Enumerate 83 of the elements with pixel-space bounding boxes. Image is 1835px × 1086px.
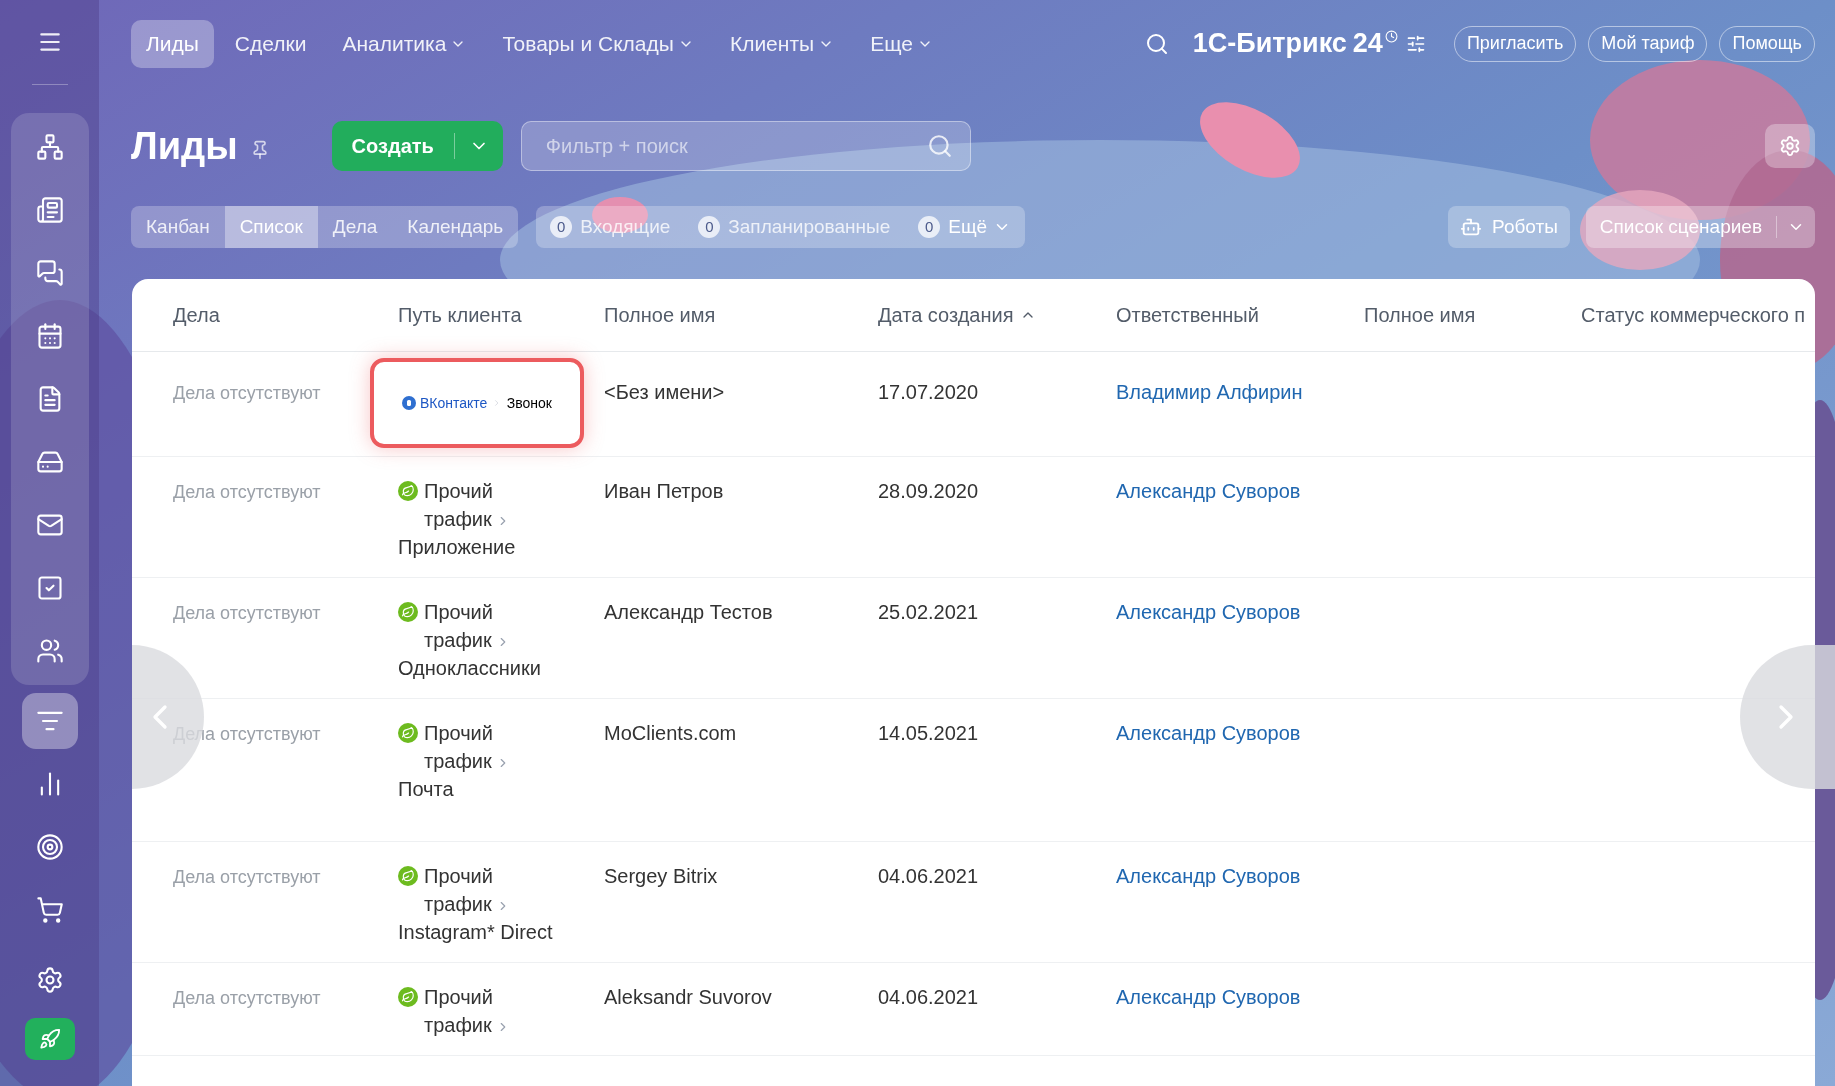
- path-source: Прочий трафик: [424, 600, 494, 653]
- vk-icon: [402, 396, 416, 410]
- users-icon: [35, 637, 64, 665]
- path-step: Instagram* Direct: [398, 918, 558, 946]
- responsible-link[interactable]: Александр Суворов: [1116, 722, 1301, 744]
- view-tab[interactable]: Дела: [317, 206, 393, 248]
- view-tab[interactable]: Канбан: [131, 206, 225, 248]
- path-step: Почта: [398, 775, 558, 803]
- responsible-link[interactable]: Александр Суворов: [1116, 865, 1301, 887]
- responsible-link[interactable]: Владимир Алфирин: [1116, 381, 1303, 403]
- path-source: Прочий трафик: [424, 721, 494, 774]
- table-cell: Иван Петров: [604, 480, 724, 502]
- table-cell: 14.05.2021: [878, 722, 979, 744]
- table-cell: Дела отсутствуют: [173, 603, 321, 623]
- sliders-icon[interactable]: [1405, 33, 1426, 54]
- table-cell: 04.06.2021: [878, 986, 979, 1008]
- table-cell: Дела отсутствуют: [173, 988, 321, 1008]
- rocket-icon: [38, 1028, 61, 1050]
- nav-tab[interactable]: Аналитика: [327, 19, 482, 68]
- leaf-icon: [398, 987, 418, 1007]
- network-icon: [35, 133, 64, 161]
- leaf-icon: [398, 866, 418, 886]
- rocket-button[interactable]: [24, 1018, 75, 1060]
- table-cell: 17.07.2020: [878, 381, 979, 403]
- column-header[interactable]: Дела: [173, 300, 220, 330]
- responsible-link[interactable]: Александр Суворов: [1116, 986, 1301, 1008]
- path-source: Прочий трафик: [424, 985, 494, 1038]
- create-button[interactable]: Создать: [331, 121, 503, 171]
- table-cell: Aleksandr Suvorov: [604, 986, 772, 1008]
- search-icon: [926, 133, 953, 159]
- page-title: Лиды: [131, 123, 238, 169]
- target-icon: [35, 833, 64, 861]
- leaf-icon: [398, 723, 418, 743]
- newspaper-icon: [35, 196, 64, 224]
- chat-icon: [35, 259, 64, 287]
- table-cell: Дела отсутствуют: [173, 383, 321, 403]
- nav-tab[interactable]: Товары и Склады: [487, 19, 709, 68]
- nav-tab[interactable]: Еще: [855, 19, 948, 68]
- path-source[interactable]: ВКонтакте: [420, 392, 488, 414]
- table-cell: Александр Тестов: [604, 601, 773, 623]
- leaf-icon: [398, 602, 418, 622]
- path-step: Приложение: [398, 533, 558, 561]
- nav-tab[interactable]: Клиенты: [714, 19, 850, 68]
- table-cell: 04.06.2021: [878, 865, 979, 887]
- table-cell: <Без имени>: [604, 381, 725, 403]
- settings-button[interactable]: [1765, 124, 1815, 168]
- path-step: Звонок: [506, 392, 552, 414]
- responsible-link[interactable]: Александр Суворов: [1116, 601, 1301, 623]
- table-cell: MoClients.com: [604, 722, 737, 744]
- sidebar-item[interactable]: [21, 693, 78, 749]
- search-icon[interactable]: [1144, 31, 1169, 56]
- nav-tab[interactable]: Лиды: [131, 19, 214, 68]
- column-header[interactable]: Полное имя: [1364, 300, 1476, 330]
- table-cell: Дела отсутствуют: [173, 867, 321, 887]
- leaf-icon: [398, 481, 418, 501]
- path-source: Прочий трафик: [424, 864, 494, 917]
- checkbox-icon: [35, 574, 64, 602]
- logo-number: 24: [1352, 27, 1383, 61]
- column-header[interactable]: Полное имя: [604, 300, 716, 330]
- column-header[interactable]: Статус коммерческого п: [1581, 300, 1806, 330]
- responsible-link[interactable]: Александр Суворов: [1116, 480, 1301, 502]
- column-header[interactable]: Ответственный: [1116, 300, 1259, 330]
- scenarios-button[interactable]: Список сценариев: [1585, 206, 1815, 248]
- cart-icon: [35, 896, 64, 924]
- column-header[interactable]: Путь клиента: [398, 300, 522, 330]
- path-source: Прочий трафик: [424, 479, 494, 532]
- clock-icon: [1384, 30, 1398, 43]
- settings-icon: [35, 966, 64, 994]
- robots-button[interactable]: Роботы: [1448, 206, 1570, 248]
- counter-filter[interactable]: Ещё: [948, 212, 1012, 242]
- nav-tab[interactable]: Сделки: [219, 19, 322, 68]
- robot-icon: [1460, 216, 1483, 238]
- path-step: Одноклассники: [398, 654, 558, 682]
- table-cell: Sergey Bitrix: [604, 865, 718, 887]
- table-cell: 28.09.2020: [878, 480, 979, 502]
- search-field[interactable]: Фильтр + поиск: [520, 121, 971, 171]
- settings-icon: [1779, 135, 1801, 157]
- view-tab[interactable]: Календарь: [392, 206, 519, 248]
- table-cell: Дела отсутствуют: [173, 482, 321, 502]
- column-header[interactable]: Дата создания: [878, 300, 1036, 330]
- table-cell: 25.02.2021: [878, 601, 979, 623]
- calendar-icon: [35, 322, 64, 350]
- logo-name: 1С-Битрикс: [1192, 27, 1347, 61]
